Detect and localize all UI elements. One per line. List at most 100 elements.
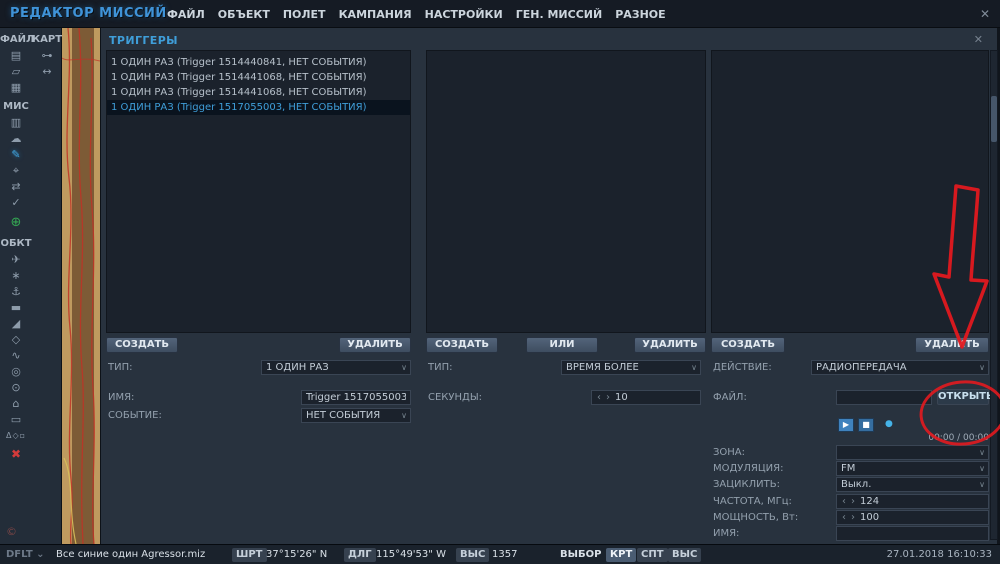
menu-mission-gen[interactable]: ГЕН. МИССИЙ <box>516 8 602 21</box>
toolbar-obkt-label: ОБКТ <box>0 238 32 249</box>
toolbar-file-label: ФАЙЛ <box>0 34 35 45</box>
condition-or-button[interactable]: ИЛИ <box>526 337 598 353</box>
latitude-label-badge: ШРТ <box>232 548 267 562</box>
conditions-list[interactable] <box>426 50 706 333</box>
bullseye-icon[interactable]: ⊙ <box>3 380 29 395</box>
trigger-name-input[interactable] <box>301 390 411 405</box>
route-icon[interactable]: ∿ <box>3 348 29 363</box>
map-toggle-spt[interactable]: СПТ <box>637 548 668 562</box>
increment-icon[interactable]: › <box>851 511 855 524</box>
vehicle-icon[interactable]: ▬ <box>3 300 29 315</box>
trigger-delete-button[interactable]: УДАЛИТЬ <box>339 337 411 353</box>
action-delete-button[interactable]: УДАЛИТЬ <box>915 337 989 353</box>
increment-icon[interactable]: › <box>851 495 855 508</box>
theme-dropdown[interactable]: DFLT ⌄ <box>6 548 45 562</box>
action-create-button[interactable]: СОЗДАТЬ <box>711 337 785 353</box>
volume-slider-knob[interactable]: ● <box>885 420 893 429</box>
condition-type-select[interactable]: ВРЕМЯ БОЛЕЕ ∨ <box>561 360 701 375</box>
check-icon[interactable]: ✓ <box>3 195 29 210</box>
titlebar: РЕДАКТОР МИССИЙ ФАЙЛ ОБЪЕКТ ПОЛЕТ КАМПАН… <box>0 0 1000 28</box>
air-defense-icon[interactable]: ◢ <box>3 316 29 331</box>
condition-create-button[interactable]: СОЗДАТЬ <box>426 337 498 353</box>
trigger-list[interactable]: 1 ОДИН РАЗ (Trigger 1514440841, НЕТ СОБЫ… <box>106 50 411 333</box>
menu-flight[interactable]: ПОЛЕТ <box>283 8 326 21</box>
frequency-stepper[interactable]: ‹ › 124 <box>836 494 989 509</box>
save-icon[interactable]: ▦ <box>3 80 29 95</box>
menu-misc[interactable]: РАЗНОЕ <box>615 8 665 21</box>
airplane-icon[interactable]: ✈ <box>3 252 29 267</box>
helicopter-icon[interactable]: ∗ <box>3 268 29 283</box>
menu-settings[interactable]: НАСТРОЙКИ <box>425 8 503 21</box>
transmission-name-label: ИМЯ: <box>713 528 740 539</box>
trigger-create-button[interactable]: СОЗДАТЬ <box>106 337 178 353</box>
map-toggle-vys[interactable]: ВЫС <box>668 548 702 562</box>
longitude-value: 115°49'53" W <box>376 549 446 560</box>
sound-file-input[interactable] <box>836 390 932 405</box>
panel-close-icon[interactable]: ✕ <box>974 33 983 46</box>
static-object-icon[interactable]: ◇ <box>3 332 29 347</box>
ruler-icon[interactable]: ↔ <box>34 64 60 79</box>
altitude-label-badge: ВЫС <box>456 548 490 562</box>
trigger-event-value: НЕТ СОБЫТИЯ <box>306 410 381 421</box>
delete-object-icon[interactable]: ✖ <box>3 447 29 462</box>
decrement-icon[interactable]: ‹ <box>842 511 846 524</box>
decrement-icon[interactable]: ‹ <box>597 391 601 404</box>
window-close-icon[interactable]: ✕ <box>980 0 990 28</box>
power-stepper[interactable]: ‹ › 100 <box>836 510 989 525</box>
actions-list[interactable] <box>711 50 989 333</box>
menu-campaign[interactable]: КАМПАНИЯ <box>339 8 412 21</box>
map-toggle-krt[interactable]: КРТ <box>606 548 637 562</box>
zone-label: ЗОНА: <box>713 447 746 458</box>
trigger-type-select[interactable]: 1 ОДИН РАЗ ∨ <box>261 360 411 375</box>
decrement-icon[interactable]: ‹ <box>842 495 846 508</box>
loop-select[interactable]: Выкл. ∨ <box>836 477 989 492</box>
clipboard-icon[interactable]: ▥ <box>3 115 29 130</box>
modulation-select[interactable]: FM ∨ <box>836 461 989 476</box>
left-toolbar: ФАЙЛ ▤ ▱ ▦ МИС ▥ ☁ ✎ ⌖ ⇄ ✓ ⊕ ОБКТ ✈ ∗ ⚓ … <box>0 28 70 544</box>
condition-delete-button[interactable]: УДАЛИТЬ <box>634 337 706 353</box>
menu-file[interactable]: ФАЙЛ <box>167 8 205 21</box>
trigger-list-item[interactable]: 1 ОДИН РАЗ (Trigger 1514440841, НЕТ СОБЫ… <box>107 55 410 70</box>
chevron-down-icon: ∨ <box>401 363 407 372</box>
panel-scrollbar[interactable] <box>990 50 998 540</box>
farp-icon[interactable]: ⌂ <box>3 396 29 411</box>
zone-select[interactable]: ∨ <box>836 445 989 460</box>
stop-icon[interactable]: ■ <box>858 418 874 432</box>
swap-icon[interactable]: ⇄ <box>3 179 29 194</box>
power-label: МОЩНОСТЬ, Вт: <box>713 512 799 523</box>
add-icon[interactable]: ⊕ <box>3 214 29 232</box>
increment-icon[interactable]: › <box>606 391 610 404</box>
transmission-name-input[interactable] <box>836 526 989 541</box>
new-file-icon[interactable]: ▤ <box>3 48 29 63</box>
seconds-stepper[interactable]: ‹ › 10 <box>591 390 701 405</box>
loop-value: Выкл. <box>841 479 872 490</box>
scrollbar-thumb[interactable] <box>991 96 997 142</box>
longitude-label-badge: ДЛГ <box>344 548 376 562</box>
shapes-icon[interactable]: Δ◇▫ <box>3 428 29 443</box>
action-type-select[interactable]: РАДИОПЕРЕДАЧА ∨ <box>811 360 989 375</box>
triggers-tool-icon[interactable]: ✎ <box>3 147 29 162</box>
warehouse-icon[interactable]: ▭ <box>3 412 29 427</box>
ship-icon[interactable]: ⚓ <box>3 284 29 299</box>
map-view[interactable] <box>62 28 100 544</box>
key-icon[interactable]: ⊶ <box>34 48 60 63</box>
open-folder-icon[interactable]: ▱ <box>3 64 29 79</box>
trigger-zone-icon[interactable]: ◎ <box>3 364 29 379</box>
open-file-button[interactable]: ОТКРЫТЬ <box>937 389 994 405</box>
power-value: 100 <box>860 512 880 523</box>
trigger-list-item[interactable]: 1 ОДИН РАЗ (Trigger 1514441068, НЕТ СОБЫ… <box>107 70 410 85</box>
weather-icon[interactable]: ☁ <box>3 131 29 146</box>
trigger-event-select[interactable]: НЕТ СОБЫТИЯ ∨ <box>301 408 411 423</box>
menu-object[interactable]: ОБЪЕКТ <box>218 8 270 21</box>
chevron-down-icon: ∨ <box>401 411 407 420</box>
modulation-label: МОДУЛЯЦИЯ: <box>713 463 784 474</box>
play-icon[interactable]: ▶ <box>838 418 854 432</box>
playback-time: 00:00 / 00:00 <box>928 433 989 443</box>
chevron-down-icon: ∨ <box>979 480 985 489</box>
seconds-value: 10 <box>615 392 628 403</box>
crosshair-icon[interactable]: ⌖ <box>3 163 29 178</box>
mission-datetime: 27.01.2018 16:10:33 <box>886 549 992 560</box>
toolbar-map-label: КАРТА <box>32 34 70 45</box>
trigger-list-item-selected[interactable]: 1 ОДИН РАЗ (Trigger 1517055003, НЕТ СОБЫ… <box>107 100 410 115</box>
trigger-list-item[interactable]: 1 ОДИН РАЗ (Trigger 1514441068, НЕТ СОБЫ… <box>107 85 410 100</box>
